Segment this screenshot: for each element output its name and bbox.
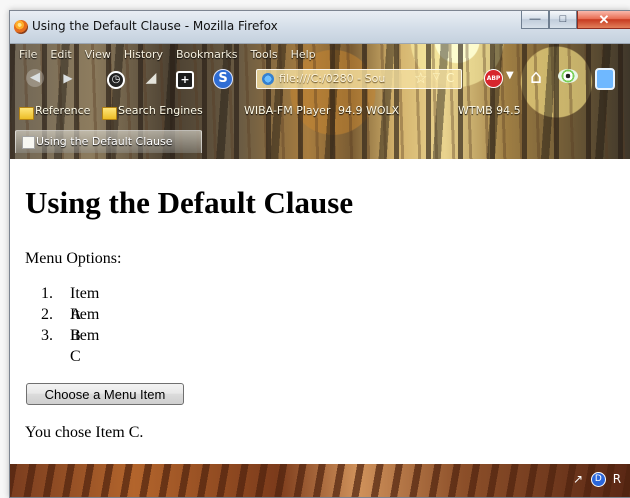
url-text[interactable]: file:///C:/0280 - Sou xyxy=(279,72,385,85)
bookmark-wiba-fm-player[interactable]: WIBA-FM Player xyxy=(244,104,330,117)
browser-tab[interactable]: Using the Default Clause xyxy=(15,130,202,153)
option-number: 2. xyxy=(41,306,53,323)
adblock-icon[interactable]: ABP xyxy=(484,69,503,88)
folder-icon xyxy=(102,107,117,120)
menu-view[interactable]: View xyxy=(85,48,111,64)
choose-menu-item-button[interactable]: Choose a Menu Item xyxy=(26,383,184,405)
site-identity-icon xyxy=(262,73,274,85)
rss-icon[interactable]: ◢ xyxy=(142,69,160,87)
reload-icon[interactable]: C xyxy=(446,71,454,85)
option-label: Item C xyxy=(70,327,100,365)
pointer-icon[interactable]: ↗ xyxy=(573,472,583,486)
history-icon[interactable]: ◷ xyxy=(107,71,125,89)
adblock-dropdown-icon[interactable]: ▼ xyxy=(506,70,514,81)
menu-bar: File Edit View History Bookmarks Tools H… xyxy=(19,48,316,64)
bookmark-wtmb-94-5[interactable]: WTMB 94.5 xyxy=(458,104,521,117)
menu-help[interactable]: Help xyxy=(291,48,316,64)
title-bar: Using the Default Clause - Mozilla Firef… xyxy=(10,11,630,44)
window-title: Using the Default Clause - Mozilla Firef… xyxy=(32,19,278,33)
close-icon: ✕ xyxy=(598,12,610,27)
status-bar: ↗ D R xyxy=(10,464,630,497)
minimize-button[interactable]: — xyxy=(521,11,549,29)
bookmark-label: Search Engines xyxy=(118,104,203,117)
menu-edit[interactable]: Edit xyxy=(50,48,71,64)
page-heading: Using the Default Clause xyxy=(25,185,354,220)
folder-icon xyxy=(19,107,34,120)
selection-result: You chose Item C. xyxy=(25,424,144,441)
menu-history[interactable]: History xyxy=(124,48,163,64)
menu-tools[interactable]: Tools xyxy=(250,48,277,64)
maximize-icon: □ xyxy=(559,13,567,25)
menu-bookmarks[interactable]: Bookmarks xyxy=(176,48,237,64)
home-icon[interactable]: ⌂ xyxy=(530,66,542,88)
forward-icon[interactable]: ▶ xyxy=(59,69,77,87)
skype-icon[interactable]: S xyxy=(213,69,233,89)
bookmark-star-icon[interactable]: ☆ xyxy=(414,69,427,87)
bookmark-94-9-wolx[interactable]: 94.9 WOLX xyxy=(338,104,399,117)
robot-icon[interactable] xyxy=(595,68,615,90)
status-icons: ↗ D R xyxy=(573,472,625,487)
download-icon[interactable]: + xyxy=(176,71,194,89)
option-number: 3. xyxy=(41,327,53,344)
robot-status-icon[interactable]: R xyxy=(613,472,621,486)
menu-file[interactable]: File xyxy=(19,48,37,64)
menu-options-label: Menu Options: xyxy=(25,250,122,267)
firefox-icon xyxy=(14,20,28,34)
page-content: Using the Default Clause Menu Options: 1… xyxy=(10,159,630,464)
firefox-window: Using the Default Clause - Mozilla Firef… xyxy=(9,10,630,498)
page-icon xyxy=(22,136,35,149)
tab-label: Using the Default Clause xyxy=(36,135,173,148)
back-icon[interactable]: ◀ xyxy=(26,69,44,87)
address-bar[interactable]: file:///C:/0280 - Sou ☆ ▽ C xyxy=(256,69,462,89)
minimize-icon: — xyxy=(529,13,541,25)
eye-icon[interactable] xyxy=(558,69,578,83)
maximize-button[interactable]: □ xyxy=(549,11,577,29)
dropdown-icon[interactable]: ▽ xyxy=(433,72,440,82)
close-button[interactable]: ✕ xyxy=(577,11,630,29)
option-number: 1. xyxy=(41,285,53,302)
blue-status-icon[interactable]: D xyxy=(590,472,606,487)
bookmark-label: Reference xyxy=(35,104,91,117)
